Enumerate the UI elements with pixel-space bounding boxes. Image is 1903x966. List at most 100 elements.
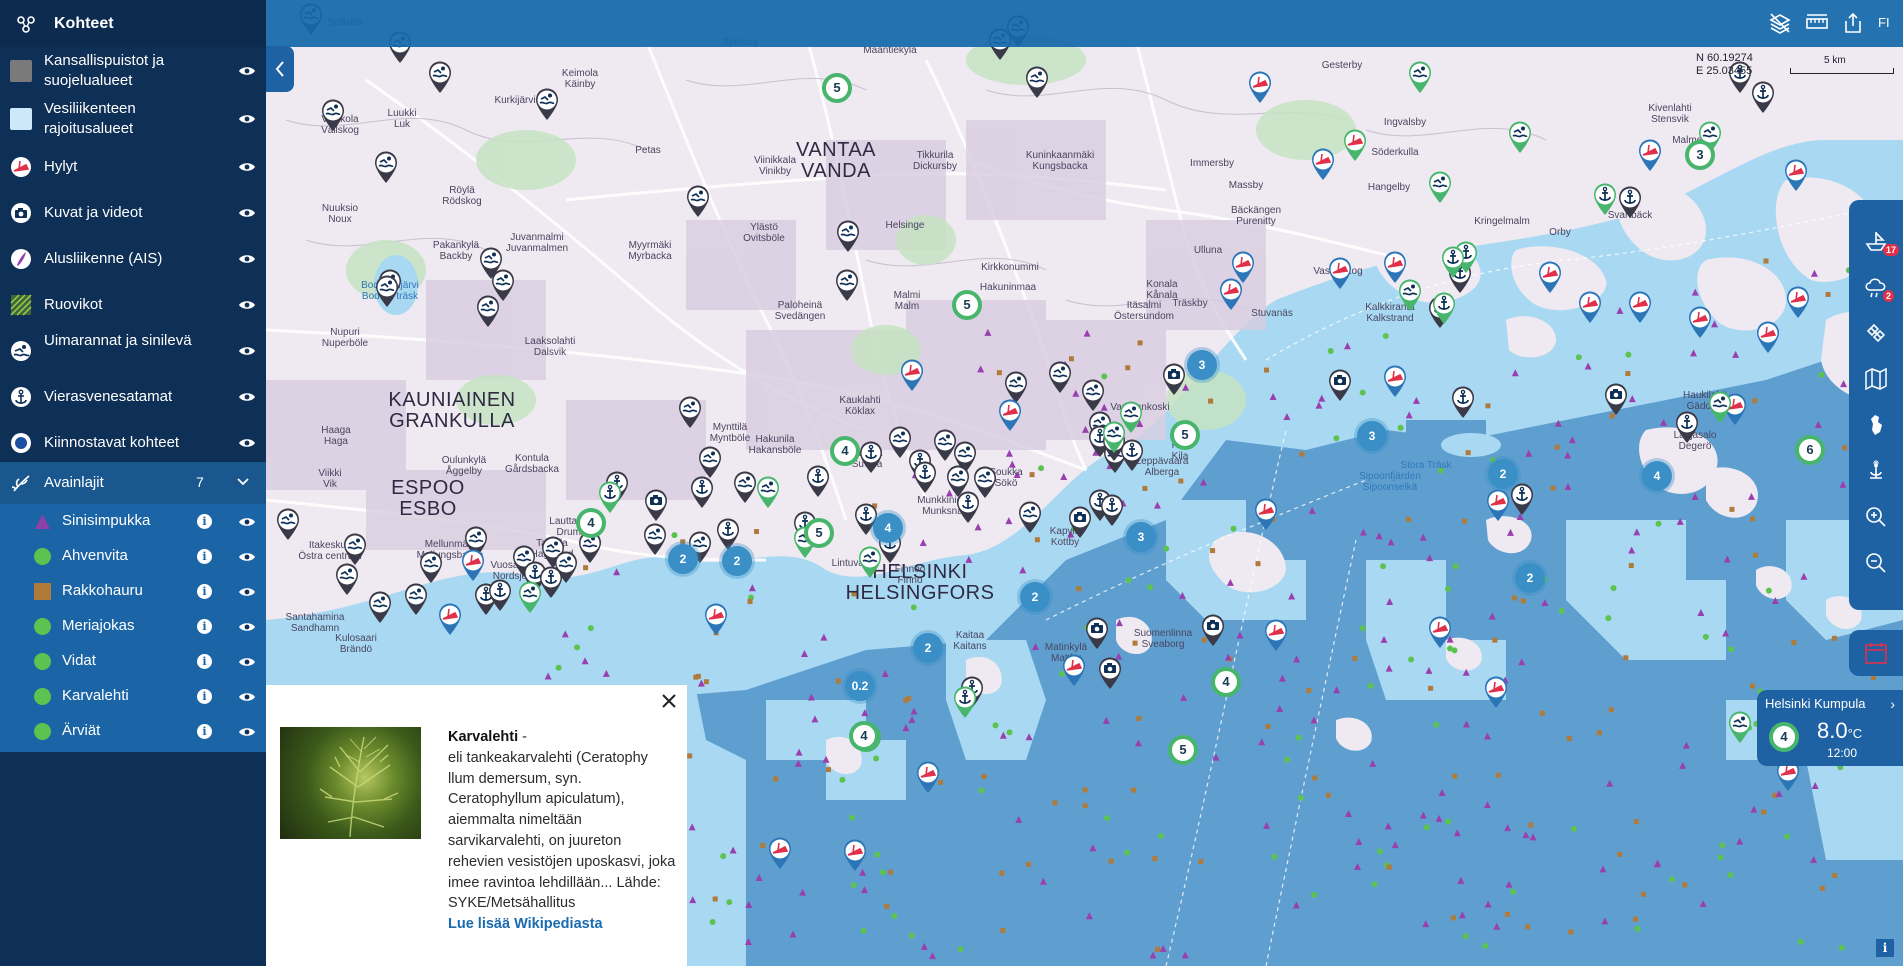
wreck-marker[interactable] [437,602,463,636]
swim-marker[interactable] [334,562,360,596]
anchor-marker[interactable] [1750,80,1776,114]
cluster-marker[interactable]: 0.2 [845,671,875,701]
cluster-marker[interactable]: 2 [1020,582,1050,612]
visibility-eye-icon[interactable] [238,65,256,77]
visibility-eye-icon[interactable] [238,437,256,449]
swim-marker[interactable] [685,184,711,218]
swim-marker[interactable] [1427,170,1453,204]
language-selector[interactable]: FI [1878,15,1890,30]
layer-row[interactable]: Uimarannat ja sinilevä [0,331,266,371]
layer-row[interactable]: Hylyt [0,147,266,187]
visibility-eye-icon[interactable] [238,586,256,598]
cluster-marker[interactable]: 4 [1642,461,1672,491]
wreck-marker[interactable] [1483,675,1509,709]
wreck-marker[interactable] [1577,290,1603,324]
satellite-icon[interactable] [1863,320,1889,346]
anchor-marker[interactable] [912,460,938,494]
visibility-eye-icon[interactable] [238,656,256,668]
cluster-marker[interactable]: 5 [1170,420,1200,450]
swim-marker[interactable] [1024,65,1050,99]
swim-marker[interactable] [642,522,668,556]
cluster-marker[interactable]: 4 [830,436,860,466]
anchor-marker[interactable] [1099,493,1125,527]
layer-row[interactable]: Ruovikot [0,285,266,325]
wreck-marker[interactable] [1327,256,1353,290]
camera-marker[interactable] [643,488,669,522]
cluster-marker[interactable]: 5 [1168,735,1198,765]
wreck-marker[interactable] [1427,615,1453,649]
info-icon[interactable]: i [197,654,212,669]
layer-row[interactable]: Vesiliikenteen rajoitusalueet [0,96,266,142]
cluster-marker[interactable]: 5 [952,290,982,320]
wreck-marker[interactable] [997,398,1023,432]
cluster-marker[interactable]: 3 [1357,421,1387,451]
visibility-eye-icon[interactable] [238,345,256,357]
swim-marker[interactable] [857,545,883,579]
chevron-right-icon[interactable]: › [1890,696,1895,712]
avainlajit-toggle[interactable]: Avainlajit 7 [0,462,266,504]
anchor-marker[interactable] [1674,410,1700,444]
swim-marker[interactable] [275,507,301,541]
cluster-marker[interactable]: 3 [1685,140,1715,170]
species-row[interactable]: Ahvenvita i [0,539,266,574]
swim-marker[interactable] [755,475,781,509]
anchor-marker[interactable] [805,464,831,498]
map-icon[interactable] [1863,366,1889,392]
species-row[interactable]: Vidat i [0,644,266,679]
swim-marker[interactable] [418,550,444,584]
wreck-marker[interactable] [703,602,729,636]
anchor-marker[interactable] [1617,185,1643,219]
swim-marker[interactable] [475,294,501,328]
swim-marker[interactable] [1017,500,1043,534]
info-icon[interactable]: i [197,724,212,739]
wreck-marker[interactable] [1218,277,1244,311]
info-icon[interactable]: i [197,689,212,704]
species-row[interactable]: Meriajokas i [0,609,266,644]
wreck-marker[interactable] [842,838,868,872]
anchor-marker[interactable] [1509,482,1535,516]
cluster-marker[interactable]: 2 [722,546,752,576]
camera-marker[interactable] [1200,613,1226,647]
visibility-eye-icon[interactable] [238,161,256,173]
camera-marker[interactable] [1603,382,1629,416]
wreck-marker[interactable] [1263,618,1289,652]
wreck-marker[interactable] [1342,128,1368,162]
swim-marker[interactable] [697,445,723,479]
anchor-marker[interactable] [1450,385,1476,419]
cluster-marker[interactable]: 6 [1795,435,1825,465]
swim-marker[interactable] [834,268,860,302]
visibility-eye-icon[interactable] [238,516,256,528]
cluster-marker[interactable]: 2 [1488,459,1518,489]
swim-marker[interactable] [534,87,560,121]
cluster-marker[interactable]: 2 [668,544,698,574]
close-icon[interactable] [659,691,679,711]
cluster-marker[interactable]: 4 [1211,667,1241,697]
species-row[interactable]: Karvalehti i [0,679,266,714]
cluster-marker[interactable]: 4 [576,508,606,538]
wreck-marker[interactable] [1485,488,1511,522]
anchor-marker[interactable] [689,475,715,509]
camera-marker[interactable] [1327,368,1353,402]
calendar-button[interactable] [1849,630,1903,676]
info-icon[interactable]: i [197,514,212,529]
species-row[interactable]: Sinisimpukka i [0,504,266,539]
wreck-marker[interactable] [1253,497,1279,531]
swim-marker[interactable] [1101,420,1127,454]
layer-row[interactable]: Kansallispuistot ja suojelualueet [0,48,266,94]
visibility-eye-icon[interactable] [238,621,256,633]
anchor-marker[interactable] [952,685,978,719]
zoom-in-icon[interactable] [1863,504,1889,530]
anchor-marker[interactable] [955,490,981,524]
wreck-marker[interactable] [1785,285,1811,319]
visibility-eye-icon[interactable] [238,551,256,563]
layer-row[interactable]: Vierasvenesatamat [0,377,266,417]
anchor-marker[interactable] [1431,291,1457,325]
cluster-marker[interactable]: 4 [849,721,879,751]
wreck-marker[interactable] [1310,147,1336,181]
info-icon[interactable]: i [197,549,212,564]
share-icon[interactable] [1841,12,1865,34]
visibility-eye-icon[interactable] [238,726,256,738]
measure-icon[interactable] [1805,12,1829,34]
cluster-marker[interactable]: 4 [873,513,903,543]
swim-marker[interactable] [1397,278,1423,312]
